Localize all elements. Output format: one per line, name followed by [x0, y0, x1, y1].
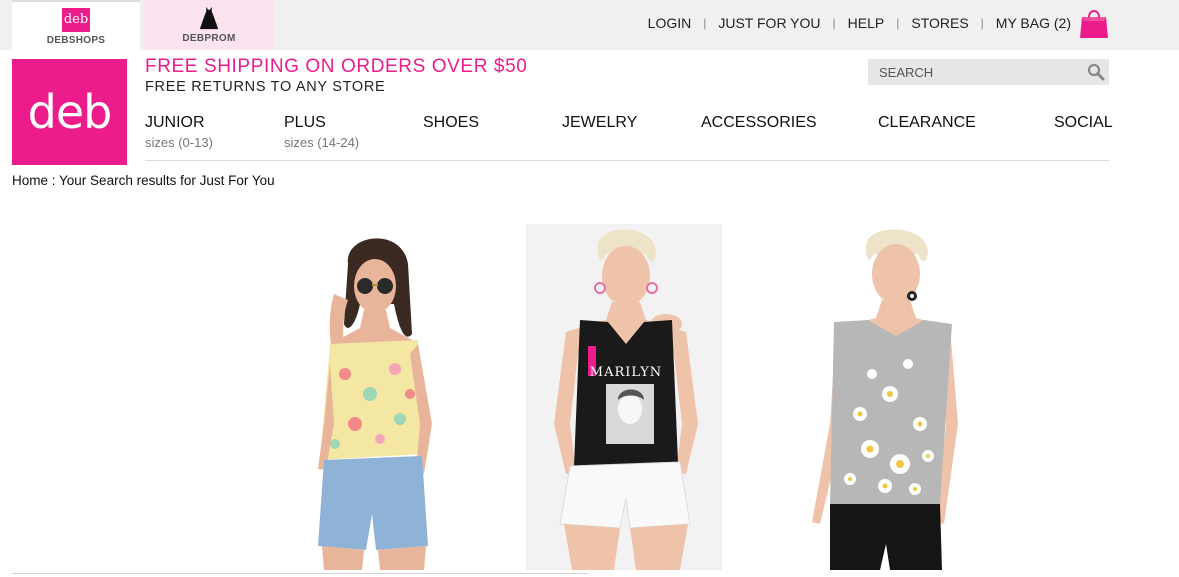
- search-icon[interactable]: [1087, 63, 1105, 81]
- login-link[interactable]: LOGIN: [648, 15, 692, 31]
- tab-debprom-label: DEBPROM: [182, 33, 236, 44]
- separator: |: [832, 15, 836, 30]
- product-image-floral-tank[interactable]: [300, 224, 482, 570]
- nav-plus[interactable]: PLUS sizes (14-24): [284, 114, 359, 150]
- floral-tank-model-image: [300, 224, 482, 570]
- breadcrumb-home[interactable]: Home: [12, 173, 48, 188]
- breadcrumb: Home : Your Search results for Just For …: [12, 173, 275, 188]
- nav-clearance[interactable]: CLEARANCE: [878, 114, 976, 132]
- nav-jewelry[interactable]: JEWELRY: [562, 114, 637, 132]
- nav-jewelry-label: JEWELRY: [562, 114, 638, 131]
- my-bag-label: MY BAG (2): [995, 14, 1071, 31]
- debshops-logo: deb: [62, 8, 90, 32]
- nav-junior[interactable]: JUNIOR sizes (0-13): [145, 114, 213, 150]
- separator: |: [703, 15, 707, 30]
- separator: |: [980, 15, 984, 30]
- nav-plus-label: PLUS: [284, 114, 326, 131]
- free-returns-banner: FREE RETURNS TO ANY STORE: [145, 79, 386, 95]
- tab-debshops[interactable]: deb DEBSHOPS: [12, 0, 140, 50]
- nav-social[interactable]: SOCIAL: [1054, 114, 1113, 132]
- nav-accessories[interactable]: ACCESSORIES: [701, 114, 817, 132]
- daisy-tank-model-image: [790, 224, 990, 570]
- nav-shoes-label: SHOES: [423, 114, 480, 131]
- marilyn-tank-model-image: MARILYN: [526, 224, 722, 570]
- main-nav: JUNIOR sizes (0-13) PLUS sizes (14-24) S…: [145, 114, 1113, 161]
- nav-clearance-label: CLEARANCE: [878, 114, 976, 131]
- shirt-print-text: MARILYN: [590, 365, 662, 380]
- dress-icon: [199, 6, 219, 30]
- stores-link[interactable]: STORES: [911, 15, 968, 31]
- tab-debshops-label: DEBSHOPS: [46, 35, 106, 46]
- nav-shoes[interactable]: SHOES: [423, 114, 479, 132]
- free-shipping-banner[interactable]: FREE SHIPPING ON ORDERS OVER $50: [145, 56, 527, 78]
- divider: [12, 573, 588, 574]
- nav-accessories-label: ACCESSORIES: [701, 114, 817, 131]
- top-bar: deb DEBSHOPS DEBPROM LOGIN | JUST FOR YO…: [0, 0, 1179, 50]
- help-link[interactable]: HELP: [848, 15, 885, 31]
- shopping-bag-icon: [1080, 9, 1108, 38]
- just-for-you-link[interactable]: JUST FOR YOU: [718, 15, 820, 31]
- deb-logo[interactable]: deb: [12, 59, 127, 165]
- utility-nav: LOGIN | JUST FOR YOU | HELP | STORES | M…: [648, 0, 1179, 45]
- separator: |: [896, 15, 900, 30]
- product-image-marilyn-tank[interactable]: MARILYN: [526, 224, 722, 570]
- product-image-daisy-tank[interactable]: [790, 224, 990, 570]
- nav-junior-sizes: sizes (0-13): [145, 135, 213, 150]
- nav-plus-sizes: sizes (14-24): [284, 135, 360, 150]
- search-input[interactable]: [868, 59, 1068, 85]
- nav-junior-label: JUNIOR: [145, 114, 205, 131]
- tab-debprom[interactable]: DEBPROM: [144, 0, 274, 50]
- my-bag-link[interactable]: MY BAG (2): [996, 7, 1109, 39]
- breadcrumb-trail: : Your Search results for Just For You: [48, 173, 275, 188]
- search-box: [868, 59, 1109, 85]
- nav-social-label: SOCIAL: [1054, 114, 1113, 131]
